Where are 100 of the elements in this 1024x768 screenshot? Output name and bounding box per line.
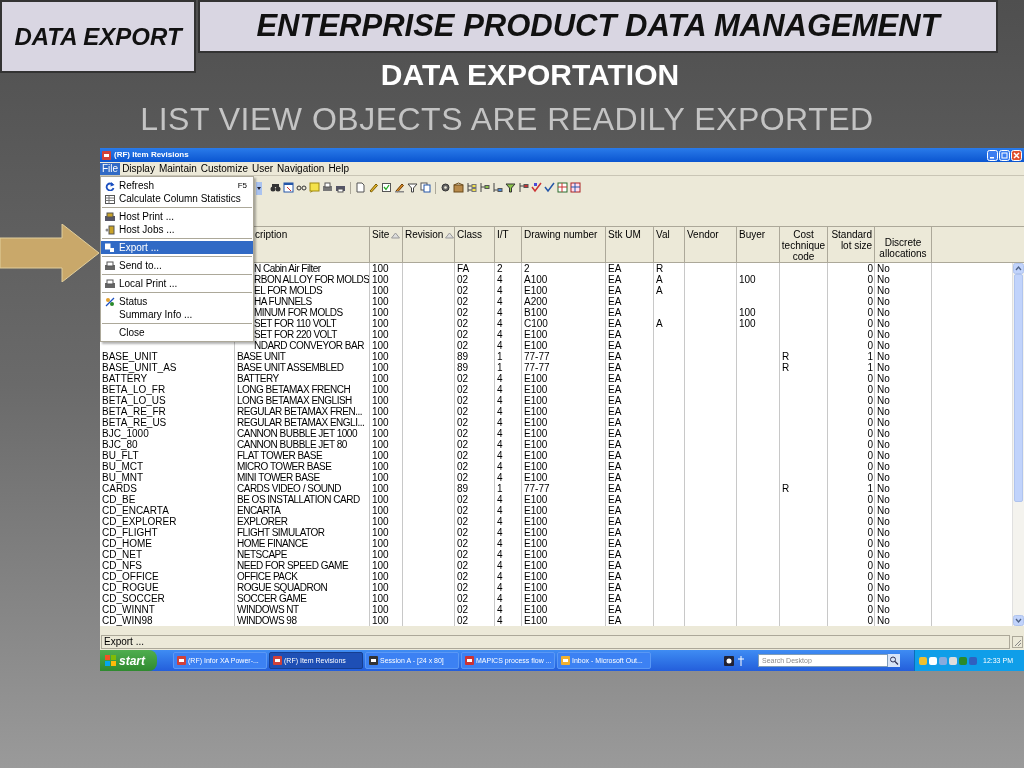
table-cell-text: 0 xyxy=(866,604,874,615)
tree-icon[interactable] xyxy=(479,182,490,193)
glasses-icon[interactable] xyxy=(296,182,307,193)
table-cell-text: CD_BE xyxy=(101,494,137,505)
table-cell-text: 4 xyxy=(496,461,504,472)
table-cell-text: No xyxy=(876,615,891,626)
window-icon[interactable] xyxy=(283,182,294,193)
grid-icon[interactable] xyxy=(557,182,568,193)
table-cell-text: N Cabin Air Filter xyxy=(253,263,322,274)
checkbox-icon[interactable] xyxy=(381,182,392,193)
table-cell-text: 0 xyxy=(866,384,874,395)
column-header[interactable]: Stk UM xyxy=(608,229,641,240)
scrollbar-thumb[interactable] xyxy=(1014,274,1023,502)
start-button[interactable]: start xyxy=(100,650,157,671)
table-cell-text: 02 xyxy=(456,593,470,604)
table-cell-text: 02 xyxy=(456,318,470,329)
menu-item[interactable]: Host Print ... xyxy=(101,210,253,223)
table-cell-text: EA xyxy=(607,318,623,329)
table-cell-text: 100 xyxy=(371,340,390,351)
column-header[interactable]: Discrete allocations xyxy=(877,229,929,259)
menu-item[interactable]: Display xyxy=(120,162,157,175)
table-cell-text: 100 xyxy=(371,571,390,582)
table-cell-text: 4 xyxy=(496,384,504,395)
menu-item[interactable]: Maintain xyxy=(156,162,199,175)
menu-item[interactable]: Navigation xyxy=(275,162,327,175)
search-icon[interactable] xyxy=(888,654,900,667)
copy-icon[interactable] xyxy=(420,182,431,193)
tree-icon[interactable] xyxy=(518,182,529,193)
menu-item[interactable]: Close xyxy=(101,326,253,339)
slide-title: ENTERPRISE PRODUCT DATA MANAGEMENT xyxy=(198,0,998,53)
pencil-icon[interactable] xyxy=(368,182,379,193)
menu-item[interactable]: Customize xyxy=(198,162,250,175)
scroll-up-icon[interactable] xyxy=(1013,263,1024,274)
page-icon[interactable] xyxy=(355,182,366,193)
table-cell-text: 0 xyxy=(866,428,874,439)
table-cell-text: No xyxy=(876,450,891,461)
table-cell-text: A xyxy=(655,285,664,296)
check-mark-icon[interactable] xyxy=(531,182,542,193)
binoculars-icon[interactable] xyxy=(270,182,281,193)
menu-item[interactable]: Help xyxy=(326,162,351,175)
table-cell-text: RBON ALLOY FOR MOLDS xyxy=(253,274,369,285)
table-cell-text: 0 xyxy=(866,472,874,483)
column-header[interactable]: Revision xyxy=(405,229,444,240)
table-cell-text: A xyxy=(655,274,664,285)
menu-item[interactable]: Export ... xyxy=(101,241,253,254)
pencil-icon[interactable] xyxy=(394,182,405,193)
funnel-icon[interactable] xyxy=(505,182,516,193)
table-cell-text: No xyxy=(876,285,891,296)
menu-item[interactable]: Summary Info ... xyxy=(101,308,253,321)
column-header[interactable]: Standard lot size xyxy=(830,229,872,251)
tree-icon[interactable] xyxy=(466,182,477,193)
table-cell-text: EA xyxy=(607,527,623,538)
funnel-icon[interactable] xyxy=(407,182,418,193)
table-cell-text: BATTERY xyxy=(236,373,280,384)
tree-icon[interactable] xyxy=(492,182,503,193)
menu-item[interactable]: Status xyxy=(101,295,253,308)
table-cell-text: EA xyxy=(607,593,623,604)
table-cell-text: No xyxy=(876,395,891,406)
table-cell-text: LONG BETAMAX ENGLISH xyxy=(236,395,353,406)
menu-item[interactable]: Send to... xyxy=(101,259,253,272)
column-header[interactable]: I/T xyxy=(497,229,509,240)
table-cell-text: 4 xyxy=(496,604,504,615)
menu-item[interactable]: File xyxy=(100,162,121,175)
table-cell-text: 89 xyxy=(456,483,470,494)
table-cell-text: BU_FLT xyxy=(101,450,140,461)
windows-logo-icon xyxy=(105,655,116,666)
table-cell-text: 4 xyxy=(496,318,504,329)
table-cell-text: EA xyxy=(607,560,623,571)
table-cell-text: EXPLORER xyxy=(236,516,289,527)
table-cell-text: BJC_80 xyxy=(101,439,139,450)
table-cell-text: 4 xyxy=(496,296,504,307)
column-header[interactable]: Cost technique code xyxy=(781,229,826,262)
table-cell-text: E100 xyxy=(523,582,549,593)
scroll-down-icon[interactable] xyxy=(1013,615,1024,626)
column-header[interactable]: Drawing number xyxy=(524,229,598,240)
column-header[interactable]: Buyer xyxy=(739,229,766,240)
menu-item[interactable]: Host Jobs ... xyxy=(101,223,253,236)
maximize-icon[interactable] xyxy=(999,149,1010,161)
gear-icon[interactable] xyxy=(440,182,451,193)
column-header[interactable]: Vendor xyxy=(687,229,719,240)
close-icon[interactable] xyxy=(1011,149,1022,161)
column-header[interactable]: Class xyxy=(457,229,482,240)
check-mark-icon[interactable] xyxy=(544,182,555,193)
menu-item[interactable]: Local Print ... xyxy=(101,277,253,290)
table-cell-text: CD_HOME xyxy=(101,538,153,549)
menu-item[interactable]: User xyxy=(250,162,276,175)
table-cell-text: E100 xyxy=(523,516,549,527)
menu-item[interactable]: Calculate Column Statistics xyxy=(101,192,253,205)
table-cell-text: No xyxy=(876,538,891,549)
grid-icon[interactable] xyxy=(570,182,581,193)
table-cell-text: 02 xyxy=(456,494,470,505)
column-header[interactable]: Val xyxy=(656,229,670,240)
table-cell-text: 100 xyxy=(371,483,390,494)
table-cell-text: 4 xyxy=(496,307,504,318)
column-header[interactable]: Site xyxy=(372,229,390,240)
menu-item[interactable]: Refresh F5 xyxy=(101,179,253,192)
table-cell-text: E100 xyxy=(523,340,549,351)
table-cell-text: SET FOR 220 VOLT xyxy=(253,329,338,340)
minimize-icon[interactable] xyxy=(987,149,998,161)
box-icon[interactable] xyxy=(453,182,464,193)
